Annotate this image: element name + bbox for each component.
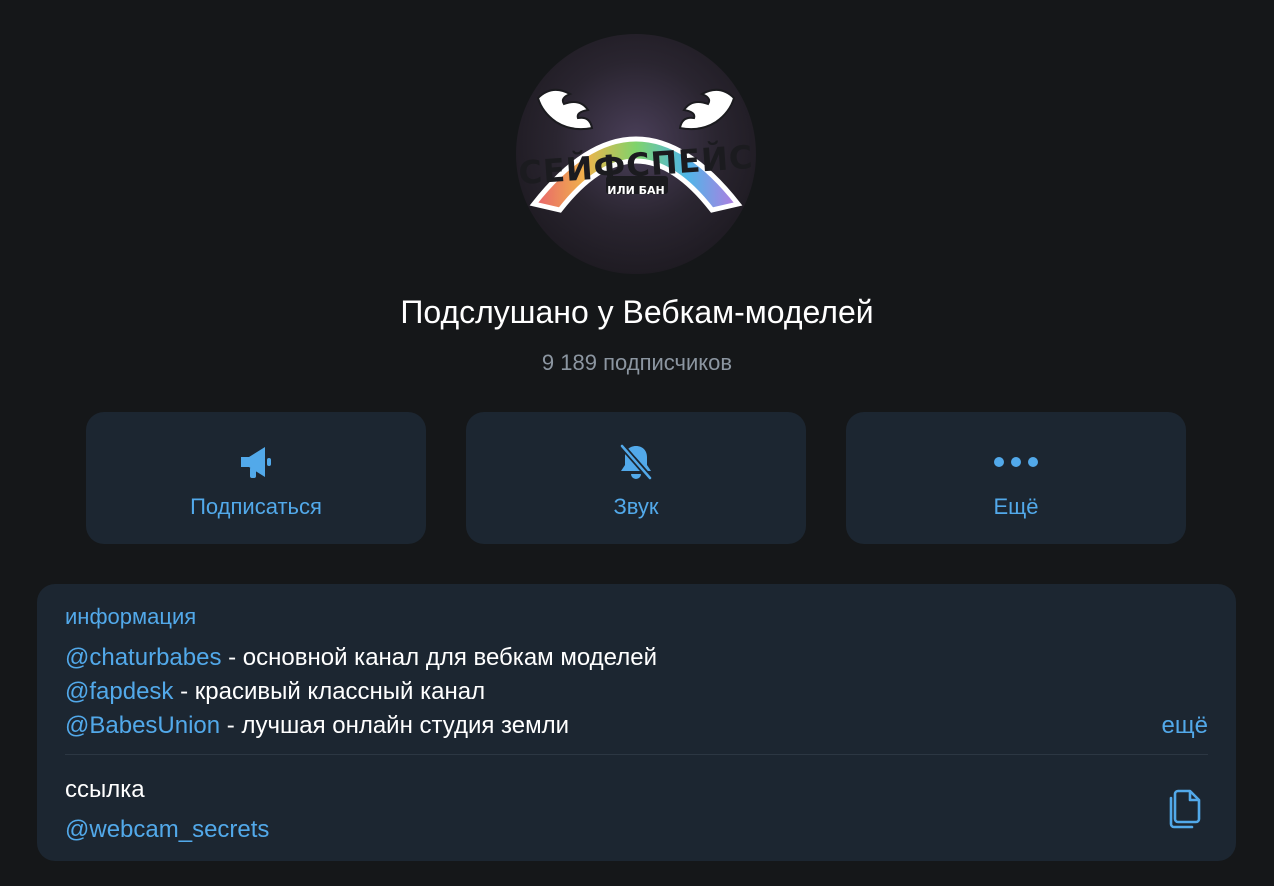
channel-username-link[interactable]: @webcam_secrets xyxy=(65,816,269,844)
avatar-logo-subtitle: ИЛИ БАН xyxy=(607,184,665,197)
mention-link-babesunion[interactable]: @BabesUnion xyxy=(65,712,220,739)
info-line-3: @BabesUnion - лучшая онлайн студия земли xyxy=(65,712,569,740)
sound-label: Звук xyxy=(613,494,659,519)
subscriber-count: 9 189 подписчиков xyxy=(541,350,733,375)
sound-button[interactable]: Звук xyxy=(466,412,806,544)
info-line-3-text: - лучшая онлайн студия земли xyxy=(220,712,570,739)
copy-icon xyxy=(1169,789,1201,829)
info-line-1: @chaturbabes - основной канал для вебкам… xyxy=(65,644,657,672)
info-line-1-text: - основной канал для вебкам моделей xyxy=(221,644,657,671)
link-label: ссылка xyxy=(65,776,145,803)
more-actions-button[interactable]: Ещё xyxy=(846,412,1186,544)
info-line-2: @fapdesk - красивый классный канал xyxy=(65,678,485,706)
channel-info-card: информация @chaturbabes - основной канал… xyxy=(37,584,1236,861)
subscribe-button[interactable]: Подписаться xyxy=(86,412,426,544)
more-dots-icon xyxy=(993,442,1039,482)
channel-title: Подслушано у Вебкам-моделей xyxy=(400,294,874,330)
subscribe-label: Подписаться xyxy=(190,494,322,519)
mention-link-fapdesk[interactable]: @fapdesk xyxy=(65,678,173,705)
copy-link-button[interactable] xyxy=(1164,788,1204,830)
info-heading: информация xyxy=(65,604,197,629)
mention-link-chaturbabes[interactable]: @chaturbabes xyxy=(65,644,221,671)
info-divider xyxy=(65,754,1208,755)
show-more-link[interactable]: ещё xyxy=(1162,712,1208,740)
more-actions-label: Ещё xyxy=(993,494,1039,519)
info-line-2-text: - красивый классный канал xyxy=(173,678,486,705)
megaphone-icon xyxy=(237,442,275,482)
channel-avatar[interactable]: СЕЙФСПЕЙС ИЛИ БАН xyxy=(516,34,756,274)
bell-off-icon xyxy=(617,442,655,482)
